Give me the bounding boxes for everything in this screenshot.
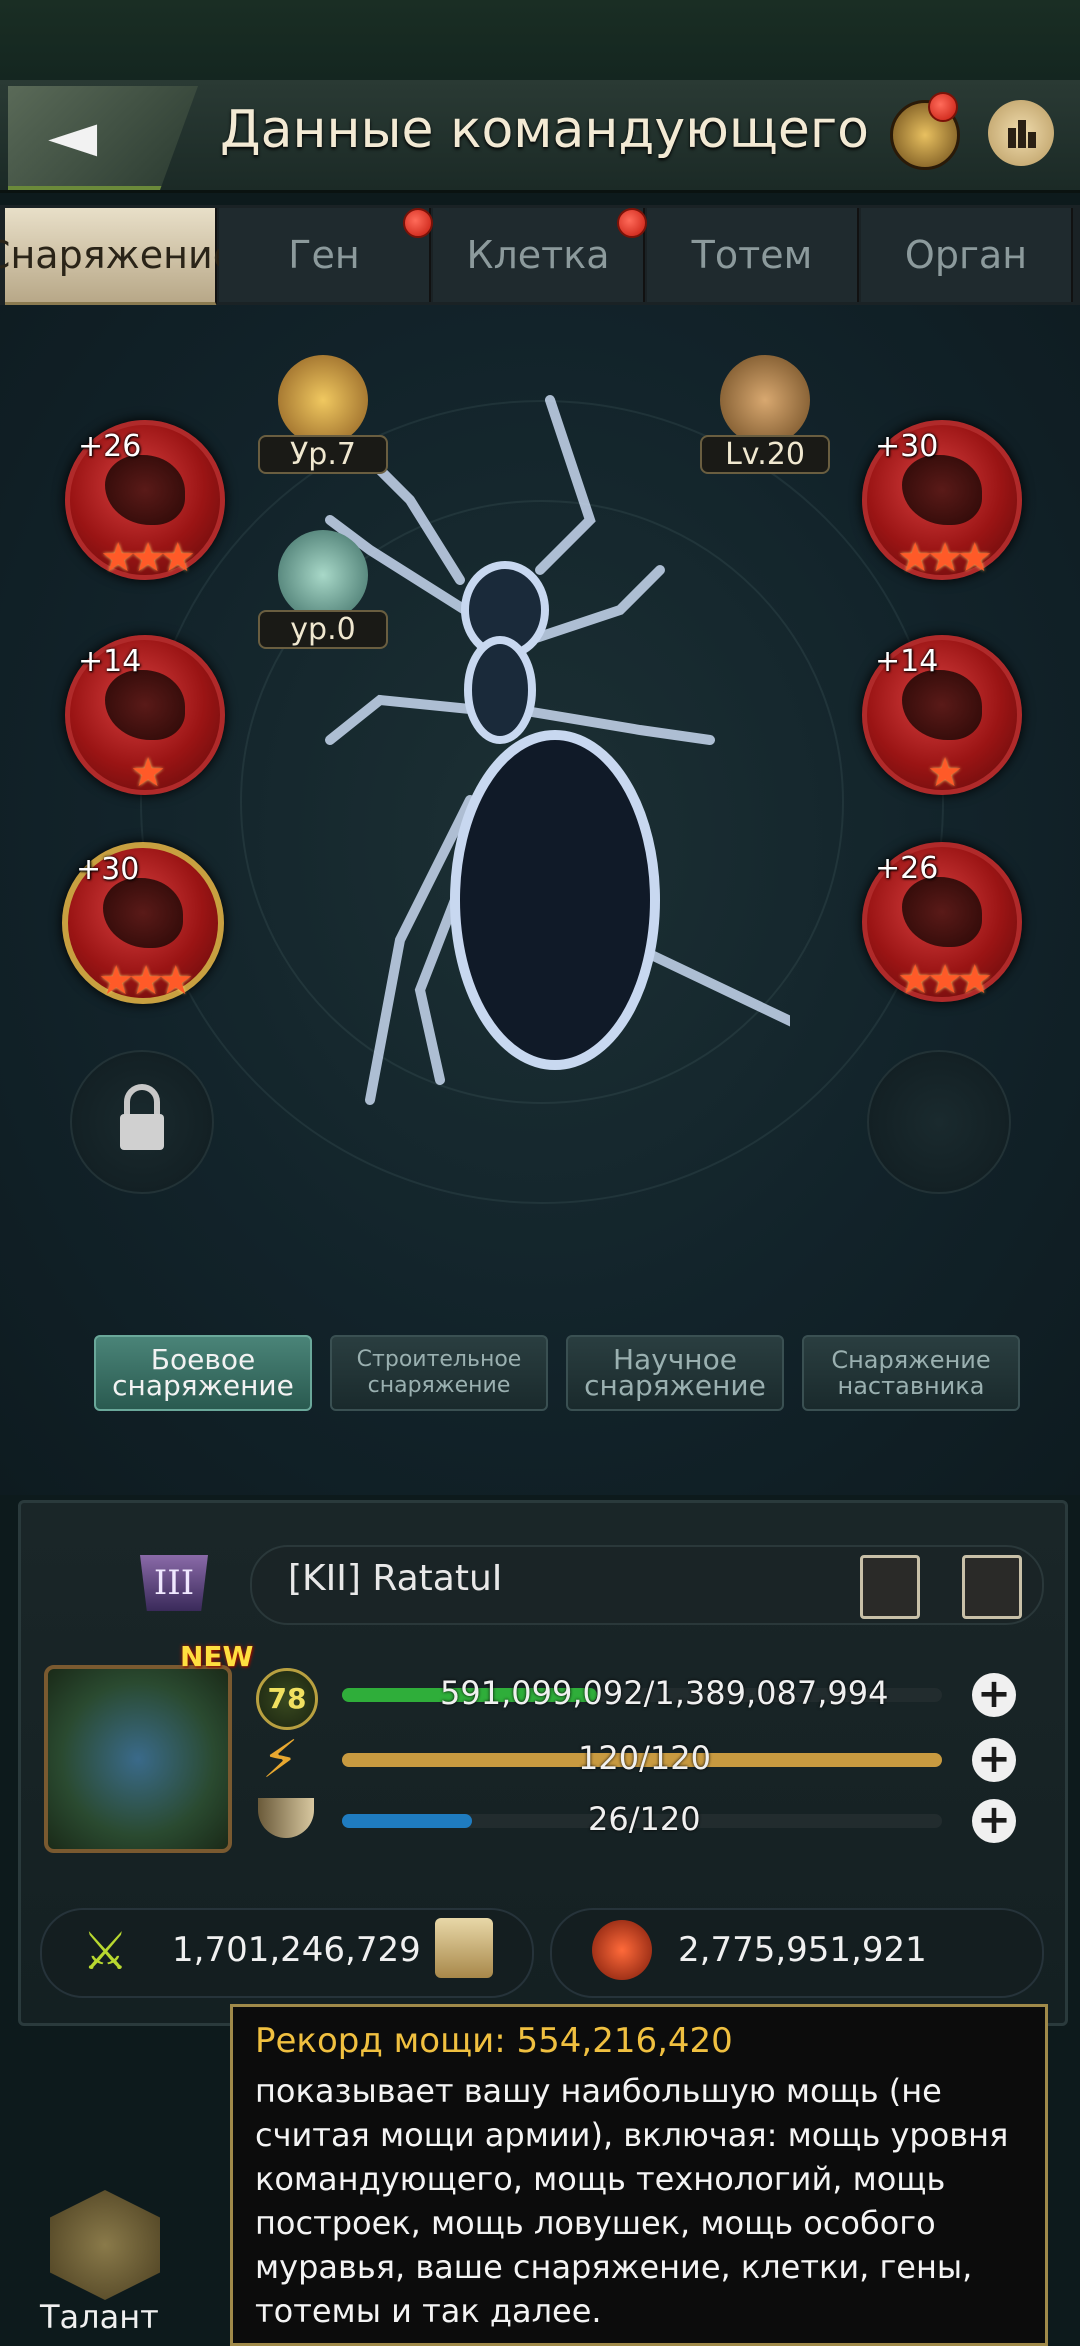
badge-label: Ур.7 xyxy=(258,435,388,474)
shield-medal-icon xyxy=(278,530,368,620)
equipment-slot-right-1[interactable]: +30 ★★★ xyxy=(862,420,1022,581)
equipment-slot-left-1[interactable]: +26 ★★★ xyxy=(65,420,225,581)
equipment-slot-left-3[interactable]: +30 ★★★ xyxy=(62,842,224,1004)
stamina-bar-fill xyxy=(342,1814,473,1828)
tab-gene-dot xyxy=(403,208,433,238)
star-rating: ★ xyxy=(130,750,166,796)
enhance-level: +30 xyxy=(76,852,140,887)
level-badge-shield[interactable]: ур.0 xyxy=(258,530,388,649)
tab-totem[interactable]: Тотем xyxy=(647,208,859,302)
category-building-gear[interactable]: Строительное снаряжение xyxy=(330,1335,548,1411)
notes-icon[interactable] xyxy=(860,1555,920,1619)
badge-label: Lv.20 xyxy=(700,435,830,474)
power-record-tooltip: Рекорд мощи: 554,216,420 показывает вашу… xyxy=(230,2004,1048,2346)
tab-cell[interactable]: Клетка xyxy=(433,208,645,302)
power-value: 1,701,246,729 xyxy=(172,1930,421,1970)
star-rating: ★★★ xyxy=(100,535,196,581)
star-rating: ★★★ xyxy=(897,957,993,1003)
tab-gene[interactable]: Ген xyxy=(219,208,431,302)
star-rating: ★ xyxy=(927,750,963,796)
enhance-level: +30 xyxy=(875,429,939,464)
tab-cell-dot xyxy=(617,208,647,238)
exp-text: 591,099,092/1,389,087,994 xyxy=(440,1674,889,1712)
tooltip-title: Рекорд мощи: 554,216,420 xyxy=(255,2021,733,2061)
category-science-gear[interactable]: Научное снаряжение xyxy=(566,1335,784,1411)
exp-plus-button[interactable]: + xyxy=(972,1673,1016,1717)
tab-organ[interactable]: Орган xyxy=(861,208,1073,302)
stamina-plus-button[interactable]: + xyxy=(972,1799,1016,1843)
star-rating: ★★★ xyxy=(98,958,194,1004)
empty-slot[interactable] xyxy=(867,1050,1011,1194)
energy-text: 120/120 xyxy=(578,1739,711,1777)
top-band xyxy=(0,0,1080,80)
equipment-icon xyxy=(902,670,982,740)
enhance-level: +26 xyxy=(78,429,142,464)
locked-slot[interactable] xyxy=(70,1050,214,1194)
level-icon: 78 xyxy=(256,1668,318,1730)
level-badge-star[interactable]: Ур.7 xyxy=(258,355,388,474)
power-record-icon[interactable] xyxy=(435,1918,493,1978)
back-arrow-icon: ◄ xyxy=(48,99,98,173)
energy-plus-button[interactable]: + xyxy=(972,1738,1016,1782)
enhance-level: +14 xyxy=(875,644,939,679)
ant-medal-icon xyxy=(720,355,810,445)
ant-silhouette xyxy=(325,395,790,1105)
category-combat-gear[interactable]: Боевое снаряжение xyxy=(94,1335,312,1411)
stamina-text: 26/120 xyxy=(588,1800,701,1838)
commander-name: [KII] RatatuI xyxy=(288,1558,503,1599)
equipment-slot-right-2[interactable]: +14 ★ xyxy=(862,635,1022,796)
level-badge-ant[interactable]: Lv.20 xyxy=(700,355,830,474)
talent-label: Талант xyxy=(40,2298,159,2336)
category-mentor-gear[interactable]: Снаряжение наставника xyxy=(802,1335,1020,1411)
crossed-swords-icon: ⚔ xyxy=(82,1922,129,1982)
energy-icon: ⚡ xyxy=(262,1730,299,1790)
kills-value: 2,775,951,921 xyxy=(678,1930,927,1970)
equipment-slot-right-3[interactable]: +26 ★★★ xyxy=(862,842,1022,1003)
commander-avatar[interactable] xyxy=(44,1665,232,1853)
enhance-level: +26 xyxy=(875,851,939,886)
page-title: Данные командующего xyxy=(220,100,869,160)
ant-kills-icon xyxy=(592,1920,652,1980)
equipment-icon xyxy=(105,670,185,740)
talent-button[interactable] xyxy=(50,2190,160,2300)
equipment-icon xyxy=(902,455,982,525)
badge-label: ур.0 xyxy=(258,610,388,649)
tab-equipment[interactable]: Снаряжение xyxy=(0,208,236,306)
notification-dot xyxy=(928,92,958,122)
enhance-level: +14 xyxy=(78,644,142,679)
edit-icon[interactable] xyxy=(962,1555,1022,1619)
rank-emblem-icon: III xyxy=(140,1555,208,1611)
equipment-icon xyxy=(103,878,183,948)
tooltip-body: показывает вашу наибольшую мощь (не счит… xyxy=(255,2072,1009,2330)
ranking-icon[interactable] xyxy=(988,100,1054,166)
lock-icon xyxy=(120,1084,164,1150)
star-rating: ★★★ xyxy=(897,535,993,581)
new-badge: NEW xyxy=(180,1640,254,1673)
equipment-icon xyxy=(902,877,982,947)
equipment-icon xyxy=(105,455,185,525)
equipment-slot-left-2[interactable]: +14 ★ xyxy=(65,635,225,796)
star-medal-icon xyxy=(278,355,368,445)
